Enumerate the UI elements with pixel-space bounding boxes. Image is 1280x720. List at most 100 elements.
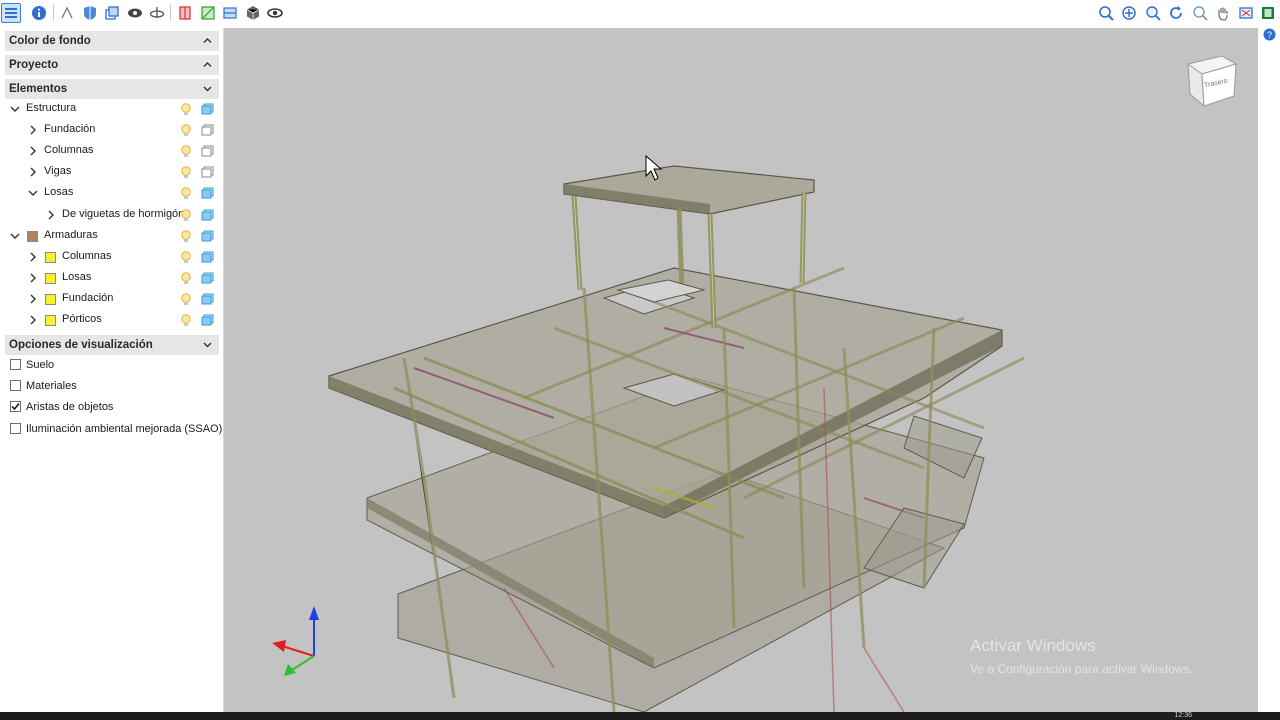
transparency-icon[interactable]: [201, 166, 214, 178]
chevron-right-icon[interactable]: [46, 210, 56, 220]
chevron-right-icon[interactable]: [28, 146, 38, 156]
color-swatch: [27, 230, 38, 242]
transparency-icon[interactable]: [201, 230, 214, 242]
view-option-label: Aristas de objetos: [26, 401, 114, 414]
section-blue-icon[interactable]: [220, 3, 240, 23]
copy-3d-icon[interactable]: [102, 3, 122, 23]
app-window: Color de fondo Proyecto Elementos Estruc…: [0, 0, 1280, 720]
window-icon[interactable]: [1236, 3, 1256, 23]
lightbulb-icon[interactable]: [180, 145, 192, 158]
view-option[interactable]: Iluminación ambiental mejorada (SSAO): [0, 419, 222, 440]
chevron-right-icon[interactable]: [28, 294, 38, 304]
right-strip: ?: [1258, 28, 1280, 712]
tree-item[interactable]: Vigas: [0, 162, 220, 183]
tree-item[interactable]: Armaduras: [0, 226, 220, 247]
refresh-icon[interactable]: [1166, 3, 1186, 23]
zoom-extents-icon[interactable]: [1096, 3, 1116, 23]
tree-item-label: Armaduras: [44, 228, 98, 241]
transparency-icon[interactable]: [201, 251, 214, 263]
lightbulb-icon[interactable]: [180, 272, 192, 285]
tree-item[interactable]: Pórticos: [0, 310, 220, 331]
zoom-window-icon[interactable]: [1119, 3, 1139, 23]
lightbulb-icon[interactable]: [180, 187, 192, 200]
view-option[interactable]: Suelo: [0, 355, 220, 376]
info-icon[interactable]: [29, 3, 49, 23]
section-header-view-options[interactable]: Opciones de visualización: [5, 335, 219, 355]
tree-item-label: Fundación: [44, 123, 96, 136]
color-swatch: [45, 315, 56, 326]
lightbulb-icon[interactable]: [180, 208, 192, 222]
transparency-icon[interactable]: [201, 103, 214, 115]
section-title: Proyecto: [9, 59, 59, 71]
section-header-elements[interactable]: Elementos: [5, 79, 219, 99]
section-header-project[interactable]: Proyecto: [5, 55, 219, 75]
3d-viewport[interactable]: Trasero Activar Windows Ve a Configuraci…: [224, 28, 1258, 712]
chevron-down-icon[interactable]: [10, 104, 20, 114]
taskbar-time: 12:36: [1174, 712, 1192, 719]
measure-icon[interactable]: [57, 3, 77, 23]
section-header-background[interactable]: Color de fondo: [5, 31, 219, 51]
taskbar: 12:36: [0, 712, 1280, 720]
tree-item[interactable]: De viguetas de hormigón: [0, 205, 220, 226]
transparency-icon[interactable]: [201, 293, 214, 305]
lightbulb-icon[interactable]: [180, 314, 192, 327]
lightbulb-icon[interactable]: [180, 293, 192, 306]
pan-hand-icon[interactable]: [1213, 3, 1233, 23]
chevron-right-icon[interactable]: [28, 273, 38, 283]
transparency-icon[interactable]: [201, 145, 214, 157]
lightbulb-icon[interactable]: [180, 103, 192, 116]
shield-icon[interactable]: [80, 3, 100, 23]
checkbox[interactable]: [10, 380, 21, 392]
transparency-icon[interactable]: [201, 187, 214, 199]
tree-item[interactable]: Fundación: [0, 120, 220, 141]
lightbulb-icon[interactable]: [180, 229, 192, 243]
chevron-right-icon[interactable]: [28, 125, 38, 135]
chevron-down-icon: [203, 86, 212, 92]
checkbox[interactable]: [10, 422, 21, 434]
view-option[interactable]: Materiales: [0, 376, 220, 397]
layers-icon[interactable]: [1, 3, 21, 23]
lightbulb-icon[interactable]: [180, 166, 192, 179]
checkbox[interactable]: [10, 359, 21, 370]
tree-item-label: Fundación: [62, 291, 114, 304]
transparency-icon[interactable]: [201, 209, 214, 221]
lightbulb-icon[interactable]: [180, 124, 192, 137]
eye-icon[interactable]: [125, 3, 145, 23]
tree-item[interactable]: Columnas: [0, 247, 220, 268]
chevron-down-icon[interactable]: [28, 188, 38, 198]
book-icon[interactable]: [1258, 3, 1278, 23]
axis-gizmo: [272, 606, 319, 676]
zoom-plus-icon[interactable]: [1190, 3, 1210, 23]
tree-item[interactable]: Losas: [0, 268, 220, 289]
color-swatch: [45, 293, 56, 305]
chevron-right-icon[interactable]: [28, 252, 38, 262]
transparency-icon[interactable]: [201, 314, 214, 326]
chevron-right-icon[interactable]: [28, 167, 38, 177]
chevron-down-icon[interactable]: [10, 231, 20, 241]
tree-item[interactable]: Estructura: [0, 99, 220, 120]
zoom-icon[interactable]: [1143, 3, 1163, 23]
transparency-icon[interactable]: [201, 124, 214, 136]
chevron-down-icon: [203, 342, 212, 348]
section-red-icon[interactable]: [175, 3, 195, 23]
view-option-label: Materiales: [26, 380, 77, 393]
cube-layers-icon[interactable]: [243, 3, 263, 23]
tree-item-label: Losas: [62, 270, 92, 283]
lightbulb-icon[interactable]: [180, 250, 192, 264]
visibility-icon[interactable]: [265, 3, 285, 23]
section-title: Color de fondo: [9, 35, 91, 47]
sidebar-panel: Color de fondo Proyecto Elementos Estruc…: [0, 28, 224, 712]
help-icon[interactable]: ?: [1263, 28, 1276, 41]
checkbox-checked[interactable]: [10, 401, 21, 413]
nav-cube[interactable]: Trasero: [1184, 52, 1238, 110]
view-option-label: Suelo: [26, 359, 55, 371]
section-green-icon[interactable]: [198, 3, 218, 23]
transparency-icon[interactable]: [201, 272, 214, 284]
tree-item[interactable]: Losas: [0, 183, 220, 204]
tree-item[interactable]: Columnas: [0, 141, 220, 162]
chevron-right-icon[interactable]: [28, 315, 38, 325]
orbit-icon[interactable]: [147, 3, 167, 23]
view-option[interactable]: Aristas de objetos: [0, 397, 220, 418]
section-title: Elementos: [9, 83, 68, 95]
tree-item[interactable]: Fundación: [0, 289, 220, 310]
